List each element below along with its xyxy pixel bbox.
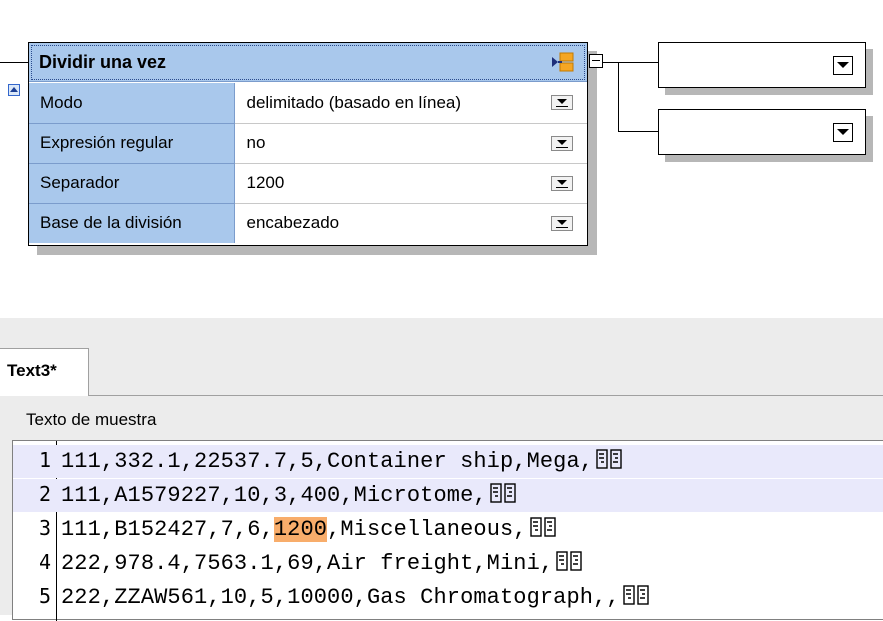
dropdown-arrow-icon[interactable] — [551, 175, 573, 191]
property-value-text: delimitado (basado en línea) — [246, 92, 462, 112]
tab-label: Text3* — [7, 361, 57, 380]
text-line[interactable]: 2 111,A1579227,10,3,400,Microtome, — [13, 479, 883, 512]
property-value-text: no — [246, 133, 266, 152]
line-number: 3 — [38, 516, 51, 540]
target-component-2[interactable] — [658, 109, 866, 155]
dropdown-arrow-icon[interactable] — [833, 56, 853, 75]
property-row-split-base: Base de la división encabezado — [29, 203, 587, 243]
property-row-separator: Separador 1200 — [29, 163, 587, 204]
text-editor-pane: Text3* Texto de muestra 1 111,332.1,22537… — [0, 318, 883, 621]
split-properties-table: Modo delimitado (basado en línea) Expres… — [29, 83, 587, 243]
text-line[interactable]: 1 111,332.1,22537.7,5,Container ship,Mega… — [13, 445, 883, 478]
property-value-text: encabezado — [246, 213, 340, 233]
split-component-header[interactable]: Dividir una vez — [29, 43, 587, 82]
line-text-segment: 111,332.1,22537.7,5,Container ship,Mega, — [61, 449, 594, 474]
output-connection-line — [603, 62, 658, 63]
collapse-marker-icon[interactable] — [8, 84, 20, 96]
split-once-component[interactable]: Dividir una vez Modo delimitado (basado … — [28, 42, 588, 246]
end-of-line-icon — [489, 483, 516, 503]
line-text-segment: 111,A1579227,10,3,400,Microtome, — [61, 483, 487, 508]
dropdown-arrow-icon[interactable] — [551, 215, 573, 231]
end-of-line-icon — [556, 551, 582, 571]
separator-match-highlight: 1200 — [273, 517, 328, 542]
dropdown-arrow-icon[interactable] — [551, 135, 573, 151]
property-label: Separador — [29, 163, 235, 204]
property-row-mode: Modo delimitado (basado en línea) — [29, 83, 587, 124]
line-number: 5 — [38, 584, 51, 608]
mapping-design-area: Dividir una vez Modo delimitado (basado … — [0, 0, 883, 318]
line-content: 111,332.1,22537.7,5,Container ship,Mega, — [61, 448, 625, 474]
property-label: Expresión regular — [29, 123, 235, 164]
branch-connection-vertical — [618, 62, 619, 132]
property-label: Modo — [29, 83, 235, 124]
sample-text-panel: Texto de muestra 1 111,332.1,22537.7,5,Co… — [0, 396, 883, 621]
tab-text3[interactable]: Text3* — [0, 348, 89, 396]
line-number: 2 — [38, 482, 51, 506]
property-label: Base de la división — [29, 203, 235, 243]
property-value-split-base[interactable]: encabezado — [234, 203, 587, 243]
dropdown-arrow-icon[interactable] — [551, 95, 573, 110]
text-line[interactable]: 5 222,ZZAW561,10,5,10000,Gas Chromatograp… — [13, 581, 883, 614]
property-value-mode[interactable]: delimitado (basado en línea) — [234, 83, 587, 124]
line-content: 111,B152427,7,6,1200,Miscellaneous, — [61, 516, 559, 542]
line-content: 111,A1579227,10,3,400,Microtome, — [61, 482, 519, 508]
tab-strip: Text3* — [0, 318, 883, 396]
sample-text-editor[interactable]: 1 111,332.1,22537.7,5,Container ship,Mega… — [12, 440, 883, 621]
end-of-line-icon — [596, 449, 622, 469]
panel-left-strip — [0, 396, 10, 615]
property-value-separator[interactable]: 1200 — [234, 163, 587, 204]
collapse-toggle-icon[interactable] — [589, 54, 603, 68]
line-content: 222,ZZAW561,10,5,10000,Gas Chromatograph… — [61, 584, 652, 610]
split-output-connector-icon[interactable] — [550, 52, 574, 72]
property-value-text: 1200 — [246, 173, 285, 192]
property-value-regex[interactable]: no — [234, 123, 587, 164]
branch-connection-horizontal — [618, 131, 658, 132]
input-connection-line — [0, 62, 28, 63]
text-line[interactable]: 3 111,B152427,7,6,1200,Miscellaneous, — [13, 513, 883, 546]
target-component-1[interactable] — [658, 42, 866, 88]
line-content: 222,978.4,7563.1,69,Air freight,Mini, — [61, 550, 585, 576]
line-number: 1 — [38, 448, 51, 472]
end-of-line-icon — [623, 585, 649, 605]
end-of-line-icon — [529, 517, 556, 537]
line-text-segment: 222,978.4,7563.1,69,Air freight,Mini, — [61, 551, 554, 576]
line-text-segment: ,Miscellaneous, — [327, 517, 527, 542]
line-text-segment: 111,B152427,7,6, — [61, 517, 274, 542]
line-text-segment: 222,ZZAW561,10,5,10000,Gas Chromatograph… — [61, 585, 620, 610]
line-number: 4 — [38, 550, 51, 574]
property-row-regex: Expresión regular no — [29, 123, 587, 164]
text-line[interactable]: 4 222,978.4,7563.1,69,Air freight,Mini, — [13, 547, 883, 580]
sample-text-group-title: Texto de muestra — [26, 410, 157, 429]
dropdown-arrow-icon[interactable] — [833, 123, 853, 142]
split-component-title: Dividir una vez — [39, 52, 167, 72]
